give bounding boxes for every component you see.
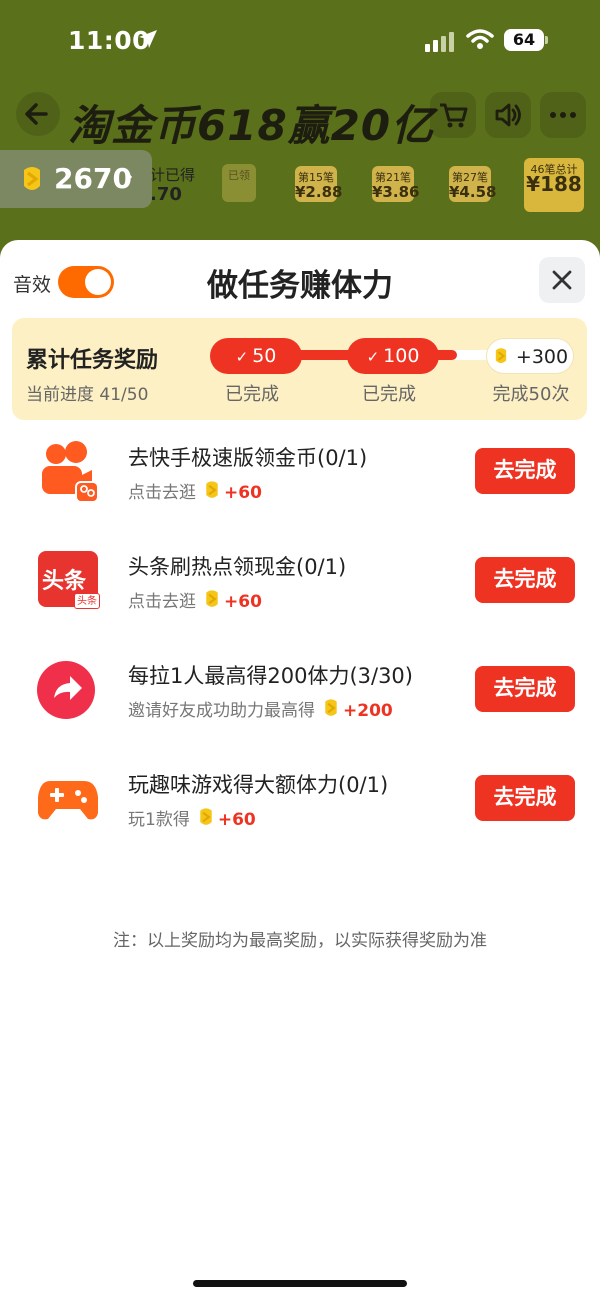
task-reward: +60 xyxy=(224,592,262,612)
speaker-icon xyxy=(495,103,521,127)
go-complete-button[interactable]: 去完成 xyxy=(475,666,575,712)
task-subtitle: 点击去逛 +60 xyxy=(128,587,262,615)
location-arrow-icon xyxy=(137,28,159,54)
task-name: 去快手极速版领金币(0/1) xyxy=(128,446,368,470)
task-subtitle: 邀请好友成功助力最高得 +200 xyxy=(128,696,393,724)
go-complete-button[interactable]: 去完成 xyxy=(475,448,575,494)
task-reward: +200 xyxy=(343,701,393,721)
chevron-right-icon: › xyxy=(124,162,134,190)
task-name: 每拉1人最高得200体力(3/30) xyxy=(128,664,413,688)
sheet-header: 音效 做任务赚体力 xyxy=(0,240,600,318)
milestone-label: 已完成 xyxy=(362,384,416,405)
milestone-label: 已完成 xyxy=(225,384,279,405)
coin-icon xyxy=(202,588,222,615)
task-reward: +60 xyxy=(224,483,262,503)
coin-icon xyxy=(495,348,507,364)
task-name: 头条刷热点领现金(0/1) xyxy=(128,555,347,579)
share-icon xyxy=(36,658,100,722)
cumulative-progress: 当前进度 41/50 xyxy=(26,385,149,405)
coin-icon xyxy=(196,806,216,833)
more-icon xyxy=(550,112,576,118)
cellular-signal-icon xyxy=(425,32,457,56)
coin-icon xyxy=(202,479,222,506)
page-title: 淘金币618赢20亿 xyxy=(68,101,435,150)
milestone-100: ✓ 100 xyxy=(347,338,439,374)
accum-label: 计已得 xyxy=(150,166,196,184)
milestone-50: ✓ 50 xyxy=(210,338,302,374)
task-subtitle: 点击去逛 +60 xyxy=(128,478,262,506)
toutiao-icon: 头条 头条 xyxy=(36,549,100,613)
home-indicator[interactable] xyxy=(193,1280,407,1287)
check-icon: ✓ xyxy=(235,348,249,366)
close-button[interactable] xyxy=(539,257,585,303)
status-bar: 11:00 64 xyxy=(0,22,600,62)
list-item: 每拉1人最高得200体力(3/30) 邀请好友成功助力最高得 +200 去完成 xyxy=(0,646,600,755)
task-subtitle: 玩1款得 +60 xyxy=(128,805,256,833)
task-reward: +60 xyxy=(217,810,256,830)
cumulative-title: 累计任务奖励 xyxy=(26,348,159,373)
footnote: 注：以上奖励均为最高奖励，以实际获得奖励为准 xyxy=(113,931,487,951)
background-nav: 淘金币618赢20亿 xyxy=(0,88,600,150)
task-list: 去快手极速版领金币(0/1) 点击去逛 +60 去完成 头条 头条 头条刷热点领现… xyxy=(0,428,600,864)
sheet-title: 做任务赚体力 xyxy=(207,268,393,304)
go-complete-button[interactable]: 去完成 xyxy=(475,775,575,821)
milestone-final: +300 xyxy=(486,338,574,374)
wifi-icon xyxy=(466,28,494,54)
cart-icon xyxy=(440,103,468,128)
task-name: 玩趣味游戏得大额体力(0/1) xyxy=(128,773,389,797)
strip-pill: 第27笔 ¥4.58 xyxy=(449,166,496,202)
list-item: 头条 头条 头条刷热点领现金(0/1) 点击去逛 +60 去完成 xyxy=(0,537,600,646)
strip-pill: 已领 xyxy=(222,164,256,202)
gamepad-icon xyxy=(36,767,100,831)
strip-pill-total: 46笔总计 ¥188 xyxy=(524,158,584,212)
list-item: 去快手极速版领金币(0/1) 点击去逛 +60 去完成 xyxy=(0,428,600,537)
coin-icon xyxy=(321,697,341,724)
list-item: 玩趣味游戏得大额体力(0/1) 玩1款得 +60 去完成 xyxy=(0,755,600,864)
coin-balance[interactable]: 2670 › xyxy=(0,150,152,208)
cart-button[interactable] xyxy=(430,92,476,138)
cumulative-reward-panel: 累计任务奖励 当前进度 41/50 ✓ 50 ✓ 100 +300 已完成 已完成 … xyxy=(12,318,587,420)
battery-indicator: 64 xyxy=(504,29,544,51)
task-sheet: 音效 做任务赚体力 累计任务奖励 当前进度 41/50 ✓ 50 ✓ 100 +30… xyxy=(0,240,600,1300)
milestone-label: 完成50次 xyxy=(492,384,570,405)
battery-tip xyxy=(545,36,548,44)
strip-pill: 第15笔 ¥2.88 xyxy=(295,166,342,202)
strip-pill: 第21笔 ¥3.86 xyxy=(372,166,419,202)
check-icon: ✓ xyxy=(366,348,380,366)
more-button[interactable] xyxy=(540,92,586,138)
coin-balance-value: 2670 xyxy=(54,162,132,195)
sound-button[interactable] xyxy=(485,92,531,138)
coin-icon xyxy=(18,164,46,198)
accum-value: .70 xyxy=(150,184,182,205)
go-complete-button[interactable]: 去完成 xyxy=(475,557,575,603)
back-button[interactable] xyxy=(16,92,60,136)
kuaishou-icon xyxy=(36,440,100,504)
close-icon xyxy=(552,270,572,290)
